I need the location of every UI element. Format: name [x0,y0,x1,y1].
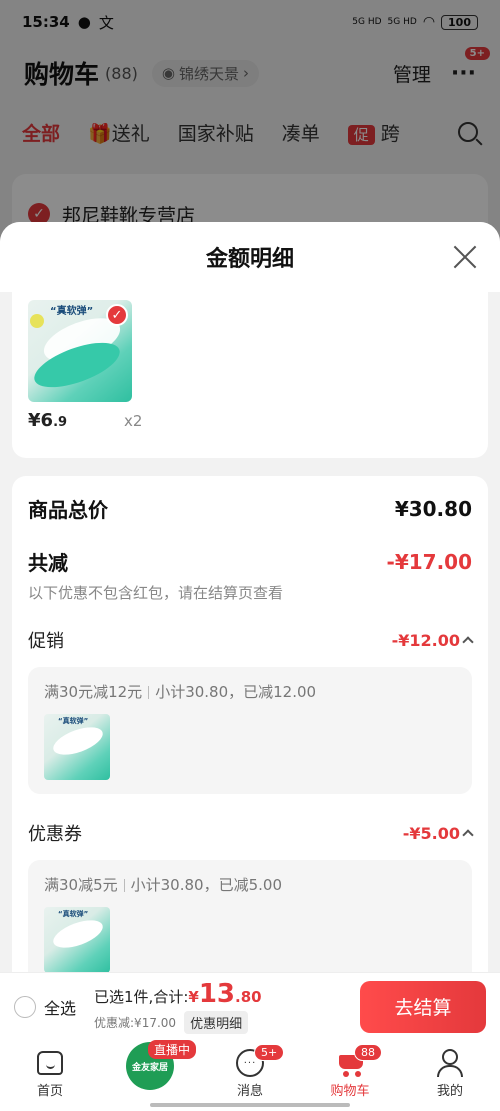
tab-me-label: 我的 [436,1084,463,1099]
select-all-radio[interactable] [14,995,36,1018]
discount-detail-button[interactable]: 优惠明细 [184,1011,249,1034]
price-int: ¥6 [28,410,54,431]
total-label: 商品总价 [28,498,108,522]
promotion-rule: 满30元减12元 [44,683,143,701]
total-yen: ¥ [188,988,199,1006]
profile-icon [437,1049,463,1077]
tab-messages-label: 消息 [236,1084,263,1099]
thumb-caption: “真软弹” [50,306,94,317]
coupon-value: -¥5.00 [402,823,460,843]
select-all[interactable]: 全选 [14,995,76,1019]
tab-messages[interactable]: ··· 消息 5+ [210,1044,290,1099]
coupon-detail-box: 满30减5元 小计30.80，已减5.00 “真软弹” [28,860,472,972]
checkout-button[interactable]: 去结算 [360,980,486,1033]
tab-cart[interactable]: 购物车 88 [310,1044,390,1099]
coupon-subtotal: 小计30.80，已减5.00 [130,876,282,894]
price-dec: .9 [53,415,68,430]
checkout-bar: 全选 已选1件,合计: ¥ 13 .80 优惠减:¥17.00 优惠明细 去结算 [0,972,500,1040]
product-quantity: x2 [124,412,143,430]
sheet-header: 金额明细 [0,222,500,292]
selected-check-icon: ✓ [106,304,128,326]
promotion-value: -¥12.00 [391,630,460,650]
home-indicator [150,1103,350,1107]
tab-home-label: 首页 [36,1084,63,1099]
promotion-label: 促销 [28,631,64,652]
cart-badge: 88 [354,1044,382,1061]
live-badge: 直播中 [148,1040,197,1059]
tab-home[interactable]: 首页 [10,1048,90,1099]
total-value: ¥30.80 [394,496,472,521]
total-integer: 13 [198,979,236,1009]
coupon-label: 优惠券 [28,824,82,845]
discount-value: -¥17.00 [386,549,472,574]
tab-cart-label: 购物车 [330,1084,370,1099]
selected-count-text: 已选1件,合计: [94,988,189,1006]
coupon-thumb-caption: “真软弹” [58,910,89,918]
discount-note: 以下优惠不包含红包，请在结算页查看 [28,584,284,602]
product-thumbnail: “真软弹” ✓ [28,300,132,402]
promotion-product-thumbnail: “真软弹” [44,714,110,780]
amount-breakdown: 商品总价 ¥30.80 共减 -¥17.00 以下优惠不包含红包，请在结算页查看… [12,476,488,972]
total-decimal: .80 [235,988,262,1006]
tab-live[interactable]: 金友家居 直播中 [110,1040,197,1090]
promotion-thumb-caption: “真软弹” [58,717,89,725]
close-icon[interactable] [452,244,478,270]
chevron-up-icon [462,829,474,841]
discount-label: 共减 [28,551,68,575]
coupon-product-thumbnail: “真软弹” [44,907,110,972]
discount-summary: 优惠减:¥17.00 [94,1016,177,1030]
amount-detail-sheet: 金额明细 “真软弹” ✓ ¥6.9 x2 商品总价 ¥30.80 共减 -¥17… [0,222,500,972]
product-price: ¥6.9 [28,410,67,431]
coupon-rule: 满30减5元 [44,876,118,894]
promotion-detail-box: 满30元减12元 小计30.80，已减12.00 “真软弹” [28,667,472,794]
messages-badge: 5+ [254,1044,285,1061]
bottom-tab-bar: 首页 金友家居 直播中 ··· 消息 5+ 购物车 88 我的 [0,1040,500,1111]
order-summary: 已选1件,合计: ¥ 13 .80 优惠减:¥17.00 优惠明细 [94,979,262,1034]
chevron-up-icon [462,636,474,648]
coupon-row[interactable]: 优惠券 -¥5.00 [28,820,474,846]
goods-card: “真软弹” ✓ ¥6.9 x2 [12,292,488,458]
tab-me[interactable]: 我的 [410,1048,490,1099]
select-all-label: 全选 [44,998,77,1018]
total-row: 商品总价 ¥30.80 [28,494,472,523]
sheet-title: 金额明细 [205,247,294,272]
home-icon [37,1051,63,1075]
promotion-subtotal: 小计30.80，已减12.00 [155,683,317,701]
discount-row: 共减 -¥17.00 [28,547,472,576]
promotion-row[interactable]: 促销 -¥12.00 [28,627,474,653]
